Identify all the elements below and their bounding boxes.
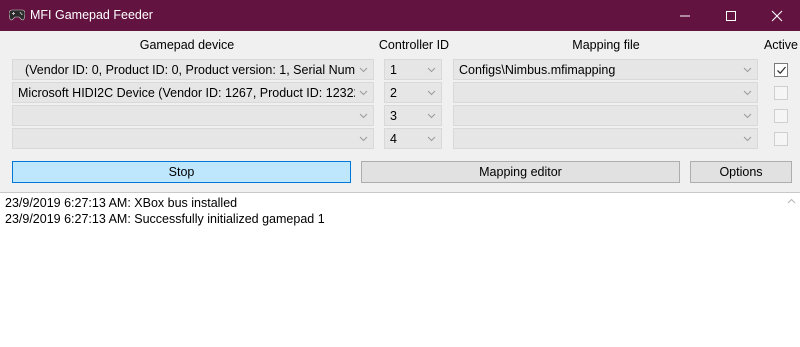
close-button[interactable]: [754, 0, 800, 31]
chevron-down-icon: [743, 90, 752, 96]
active-checkbox-4[interactable]: [774, 132, 788, 146]
controller-id-select-2[interactable]: 2: [384, 82, 442, 103]
mapping-file-select-1[interactable]: Configs\Nimbus.mfimapping: [453, 59, 758, 80]
maximize-icon: [726, 11, 736, 21]
gamepad-device-value: Microsoft HIDI2C Device (Vendor ID: 1267…: [18, 86, 355, 100]
mapping-file-value: Configs\Nimbus.mfimapping: [459, 63, 616, 77]
close-icon: [771, 10, 783, 22]
chevron-down-icon: [743, 113, 752, 119]
stop-button[interactable]: Stop: [12, 161, 351, 183]
chevron-down-icon: [427, 136, 436, 142]
minimize-icon: [680, 15, 690, 17]
options-button[interactable]: Options: [690, 161, 792, 183]
header-gamepad-device: Gamepad device: [139, 38, 235, 52]
chevron-down-icon: [359, 67, 368, 73]
controller-id-select-3[interactable]: 3: [384, 105, 442, 126]
log-line: 23/9/2019 6:27:13 AM: Successfully initi…: [5, 212, 325, 226]
chevron-down-icon: [743, 136, 752, 142]
minimize-button[interactable]: [662, 0, 708, 31]
controller-id-value: 3: [390, 109, 397, 123]
chevron-down-icon: [427, 113, 436, 119]
gamepad-device-select-2[interactable]: Microsoft HIDI2C Device (Vendor ID: 1267…: [12, 82, 374, 103]
controller-id-value: 4: [390, 132, 397, 146]
chevron-down-icon: [427, 90, 436, 96]
active-checkbox-1[interactable]: [774, 63, 788, 77]
main-panel: Gamepad device Controller ID Mapping fil…: [0, 31, 800, 347]
log-line: 23/9/2019 6:27:13 AM: XBox bus installed: [5, 196, 238, 210]
controller-id-value: 2: [390, 86, 397, 100]
mapping-editor-button[interactable]: Mapping editor: [361, 161, 680, 183]
chevron-down-icon: [743, 67, 752, 73]
gamepad-device-value: (Vendor ID: 0, Product ID: 0, Product ve…: [25, 63, 355, 77]
controller-id-select-4[interactable]: 4: [384, 128, 442, 149]
active-checkbox-3[interactable]: [774, 109, 788, 123]
header-mapping-file: Mapping file: [572, 38, 640, 52]
mapping-file-select-2[interactable]: [453, 82, 758, 103]
title-bar[interactable]: MFI Gamepad Feeder: [0, 0, 800, 31]
log-textbox[interactable]: 23/9/2019 6:27:13 AM: XBox bus installed…: [0, 192, 800, 347]
active-checkbox-2[interactable]: [774, 86, 788, 100]
scroll-up-arrow-icon[interactable]: [787, 198, 796, 204]
chevron-down-icon: [427, 67, 436, 73]
gamepad-device-select-4[interactable]: [12, 128, 374, 149]
header-active: Active: [763, 38, 799, 52]
mapping-file-select-4[interactable]: [453, 128, 758, 149]
controller-id-value: 1: [390, 63, 397, 77]
gamepad-icon: [9, 9, 25, 21]
chevron-down-icon: [359, 113, 368, 119]
gamepad-device-select-1[interactable]: (Vendor ID: 0, Product ID: 0, Product ve…: [12, 59, 374, 80]
checkmark-icon: [777, 66, 786, 75]
header-controller-id: Controller ID: [378, 38, 450, 52]
chevron-down-icon: [359, 90, 368, 96]
gamepad-device-select-3[interactable]: [12, 105, 374, 126]
chevron-down-icon: [359, 136, 368, 142]
mapping-file-select-3[interactable]: [453, 105, 758, 126]
maximize-button[interactable]: [708, 0, 754, 31]
window-title: MFI Gamepad Feeder: [30, 8, 153, 22]
controller-id-select-1[interactable]: 1: [384, 59, 442, 80]
